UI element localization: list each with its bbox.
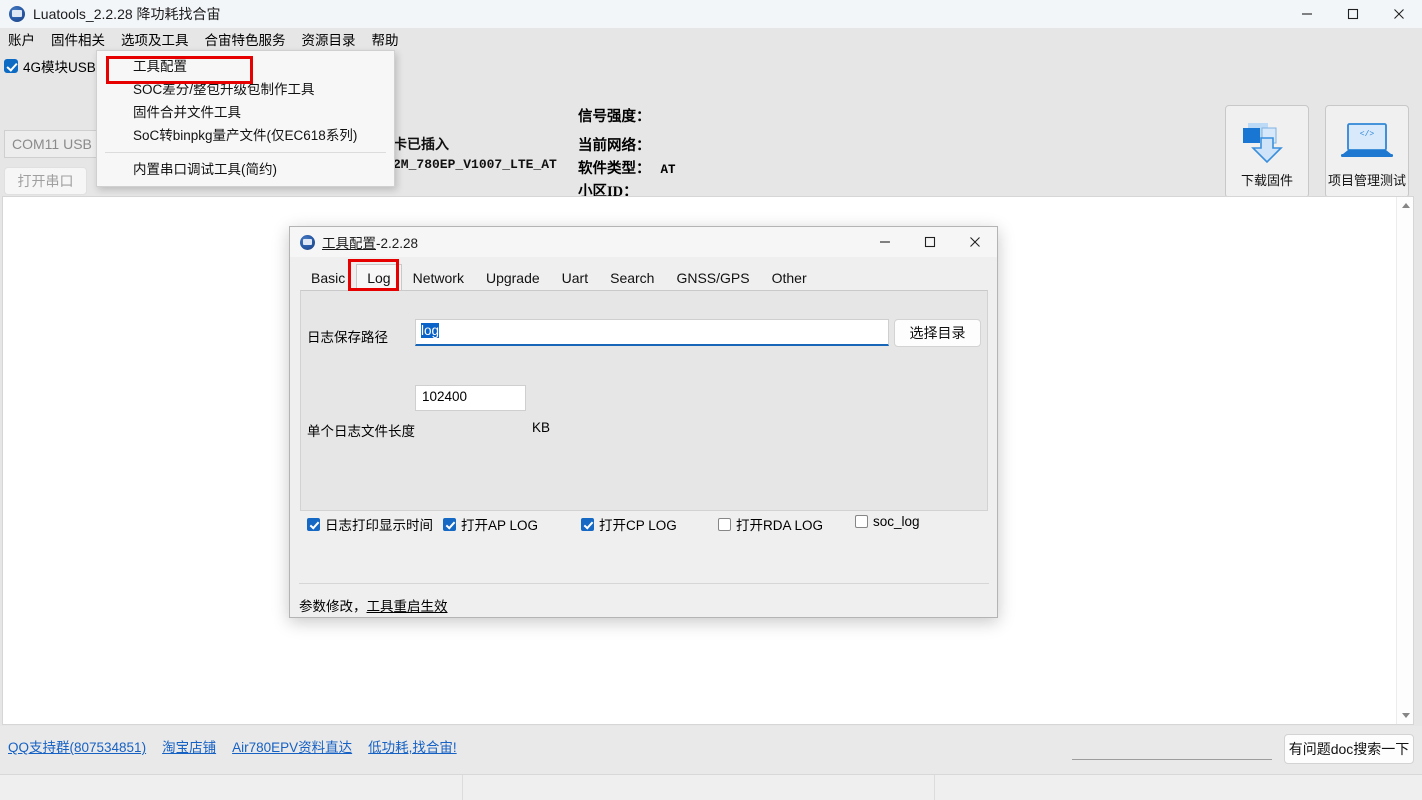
menu-item-services[interactable]: 合宙特色服务 bbox=[197, 27, 294, 51]
checkbox-cp-log-label: 打开CP LOG bbox=[599, 518, 677, 533]
dropdown-item-firmware-merge[interactable]: 固件合并文件工具 bbox=[97, 101, 394, 124]
choose-directory-button[interactable]: 选择目录 bbox=[894, 319, 981, 347]
link-low-power[interactable]: 低功耗,找合宙! bbox=[368, 736, 457, 756]
dropdown-item-soc-diff-package[interactable]: SOC差分/整包升级包制作工具 bbox=[97, 78, 394, 101]
checkbox-soc-log-label: soc_log bbox=[873, 514, 920, 529]
dialog-titlebar: 工具配置-2.2.28 bbox=[290, 227, 997, 257]
tab-basic[interactable]: Basic bbox=[300, 264, 356, 291]
menubar: 账户 固件相关 选项及工具 合宙特色服务 资源目录 帮助 bbox=[0, 28, 1422, 50]
signal-strength-row: 信号强度： bbox=[578, 105, 651, 126]
application-window: Luatools_2.2.28 降功耗找合宙 账户 固件相关 选项及工具 合宙特… bbox=[0, 0, 1422, 800]
current-network-label: 当前网络： bbox=[578, 138, 651, 154]
menu-item-account[interactable]: 账户 bbox=[0, 27, 43, 51]
software-type-row: 软件类型： AT bbox=[578, 157, 676, 178]
tab-network[interactable]: Network bbox=[402, 264, 475, 291]
svg-text:</>: </> bbox=[1360, 130, 1375, 139]
dropdown-item-builtin-serial-tool[interactable]: 内置串口调试工具(简约) bbox=[97, 158, 394, 181]
software-type-value: AT bbox=[660, 163, 676, 177]
link-qq-group[interactable]: QQ支持群(807534851) bbox=[8, 736, 146, 756]
checkbox-checked-icon bbox=[581, 517, 594, 531]
link-air780epv-docs[interactable]: Air780EPV资料直达 bbox=[232, 736, 352, 756]
download-firmware-button[interactable]: 下载固件 bbox=[1225, 105, 1309, 198]
dialog-minimize-icon[interactable] bbox=[862, 227, 907, 257]
checkbox-checked-icon bbox=[443, 517, 456, 531]
log-path-label: 日志保存路径 bbox=[307, 330, 388, 345]
app-logo-icon bbox=[300, 234, 315, 250]
checkbox-ap-log-label: 打开AP LOG bbox=[461, 518, 539, 533]
software-type-label: 软件类型： bbox=[578, 161, 651, 177]
window-title: Luatools_2.2.28 降功耗找合宙 bbox=[33, 6, 221, 22]
tab-gnss-gps[interactable]: GNSS/GPS bbox=[665, 264, 760, 291]
log-scrollbar[interactable] bbox=[1396, 197, 1413, 724]
checkbox-rda-log[interactable]: 打开RDA LOG bbox=[718, 514, 823, 534]
window-controls bbox=[1284, 0, 1422, 28]
dialog-title-main: 工具配置 bbox=[322, 236, 376, 251]
dialog-tabs: Basic Log Network Upgrade Uart Search GN… bbox=[300, 263, 818, 291]
checkbox-checked-icon bbox=[4, 59, 18, 73]
window-titlebar: Luatools_2.2.28 降功耗找合宙 bbox=[0, 0, 1422, 28]
checkbox-rda-log-label: 打开RDA LOG bbox=[736, 518, 824, 533]
tab-upgrade[interactable]: Upgrade bbox=[475, 264, 551, 291]
dialog-close-icon[interactable] bbox=[952, 227, 997, 257]
checkbox-ap-log[interactable]: 打开AP LOG bbox=[443, 514, 538, 534]
project-manage-button[interactable]: </> 项目管理测试 bbox=[1325, 105, 1409, 198]
laptop-code-icon: </> bbox=[1326, 120, 1408, 164]
doc-search-input[interactable] bbox=[1072, 734, 1272, 760]
project-manage-label: 项目管理测试 bbox=[1327, 173, 1406, 188]
menu-item-firmware[interactable]: 固件相关 bbox=[43, 27, 113, 51]
link-taobao-shop[interactable]: 淘宝店铺 bbox=[162, 736, 216, 756]
checkbox-show-time-label: 日志打印显示时间 bbox=[325, 518, 433, 533]
taskbar-divider bbox=[462, 775, 463, 800]
app-logo-icon bbox=[9, 6, 25, 22]
taskbar-divider bbox=[934, 775, 935, 800]
download-firmware-icon bbox=[1226, 120, 1308, 166]
doc-search-button[interactable]: 有问题doc搜索一下 bbox=[1284, 734, 1414, 764]
tab-uart[interactable]: Uart bbox=[551, 264, 599, 291]
log-file-length-unit: KB bbox=[532, 420, 551, 435]
tab-search[interactable]: Search bbox=[599, 264, 665, 291]
log-output-text bbox=[3, 197, 1413, 205]
checkbox-soc-log[interactable]: soc_log bbox=[855, 514, 920, 529]
tab-other[interactable]: Other bbox=[761, 264, 818, 291]
checkbox-unchecked-icon bbox=[855, 515, 868, 528]
dialog-window-controls bbox=[862, 227, 997, 257]
bottom-bar: QQ支持群(807534851) 淘宝店铺 Air780EPV资料直达 低功耗,… bbox=[0, 726, 1422, 774]
open-port-button[interactable]: 打开串口 bbox=[4, 167, 87, 195]
log-file-length-input[interactable]: 102400 bbox=[415, 385, 526, 411]
download-firmware-label: 下载固件 bbox=[1240, 173, 1293, 188]
menu-item-options-tools[interactable]: 选项及工具 bbox=[113, 27, 197, 51]
tab-log[interactable]: Log bbox=[356, 264, 402, 291]
menu-item-help[interactable]: 帮助 bbox=[364, 27, 407, 51]
menu-item-resources[interactable]: 资源目录 bbox=[294, 27, 364, 51]
close-icon[interactable] bbox=[1376, 0, 1422, 28]
dropdown-item-tool-config[interactable]: 工具配置 bbox=[97, 55, 394, 78]
firmware-version-text: 2M_780EP_V1007_LTE_AT bbox=[393, 157, 557, 172]
scroll-up-icon[interactable] bbox=[1397, 197, 1414, 214]
dropdown-separator bbox=[105, 152, 386, 153]
maximize-icon[interactable] bbox=[1330, 0, 1376, 28]
taskbar-strip bbox=[0, 774, 1422, 800]
checkbox-show-time[interactable]: 日志打印显示时间 bbox=[307, 514, 433, 534]
log-path-input[interactable]: log bbox=[415, 319, 889, 346]
checkbox-cp-log[interactable]: 打开CP LOG bbox=[581, 514, 677, 534]
options-tools-dropdown: 工具配置 SOC差分/整包升级包制作工具 固件合并文件工具 SoC转binpkg… bbox=[96, 50, 395, 187]
checkbox-unchecked-icon bbox=[718, 517, 731, 531]
dialog-maximize-icon[interactable] bbox=[907, 227, 952, 257]
dialog-title-suffix: -2.2.28 bbox=[376, 236, 419, 251]
checkbox-checked-icon bbox=[307, 517, 320, 531]
scroll-down-icon[interactable] bbox=[1397, 707, 1414, 724]
minimize-icon[interactable] bbox=[1284, 0, 1330, 28]
dialog-title: 工具配置-2.2.28 bbox=[322, 232, 418, 252]
bottom-links: QQ支持群(807534851) 淘宝店铺 Air780EPV资料直达 低功耗,… bbox=[8, 736, 457, 756]
current-network-row: 当前网络： bbox=[578, 134, 651, 155]
sim-status-text: 卡已插入 bbox=[393, 138, 449, 153]
signal-strength-label: 信号强度： bbox=[578, 109, 651, 125]
log-path-value: log bbox=[421, 323, 440, 338]
dropdown-item-soc-binpkg[interactable]: SoC转binpkg量产文件(仅EC618系列) bbox=[97, 124, 394, 147]
log-file-length-label: 单个日志文件长度 bbox=[307, 424, 415, 439]
